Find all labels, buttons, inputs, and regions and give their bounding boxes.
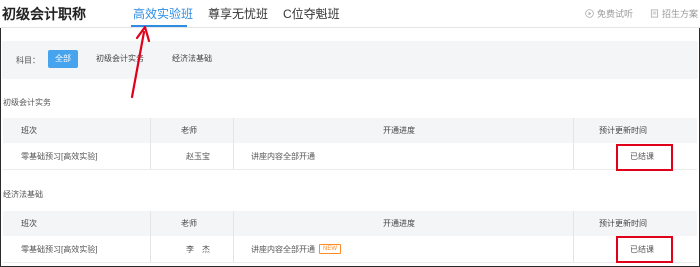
column-divider bbox=[233, 211, 234, 236]
column-divider bbox=[573, 118, 574, 143]
section-title-accounting-practice: 初级会计实务 bbox=[3, 98, 51, 107]
highlight-box-first-status bbox=[616, 144, 673, 171]
red-arrow-annotation bbox=[130, 25, 151, 99]
column-header-progress: 开通进度 bbox=[383, 219, 415, 228]
brand-title: 初级会计职称 bbox=[2, 6, 86, 22]
column-divider bbox=[573, 211, 574, 236]
column-divider bbox=[233, 236, 234, 262]
subject-filter-label: 科目： bbox=[16, 56, 40, 65]
column-header-class: 班次 bbox=[21, 219, 37, 228]
document-icon bbox=[650, 9, 659, 18]
table-header: 班次 老师 开通进度 预计更新时间 bbox=[3, 118, 697, 143]
subject-filter-bar: 科目： 全部 初级会计实务 经济法基础 bbox=[2, 41, 698, 79]
teacher-cell: 李 杰 bbox=[186, 244, 210, 254]
schedule-table-accounting-practice: 班次 老师 开通进度 预计更新时间 零基础预习[高效实验] 赵玉宝 讲座内容全部… bbox=[3, 118, 697, 170]
enrollment-plan-label: 招生方案 bbox=[662, 9, 699, 19]
progress-cell: 讲座内容全部开通 bbox=[251, 151, 315, 161]
highlight-box-second-status bbox=[616, 236, 673, 263]
column-divider bbox=[150, 143, 151, 169]
class-name-cell: 零基础预习[高效实验] bbox=[21, 244, 98, 254]
column-header-teacher: 老师 bbox=[181, 126, 197, 135]
table-row: 零基础预习[高效实验] 赵玉宝 讲座内容全部开通 已结课 bbox=[3, 143, 697, 170]
schedule-table-economic-law: 班次 老师 开通进度 预计更新时间 零基础预习[高效实验] 李 杰 讲座内容全部… bbox=[3, 211, 697, 263]
column-divider bbox=[150, 211, 151, 236]
column-header-update-time: 预计更新时间 bbox=[599, 126, 647, 135]
filter-chip-economic-law[interactable]: 经济法基础 bbox=[165, 50, 219, 68]
column-header-progress: 开通进度 bbox=[383, 126, 415, 135]
play-circle-icon bbox=[585, 9, 594, 18]
column-header-teacher: 老师 bbox=[181, 219, 197, 228]
class-name-cell: 零基础预习[高效实验] bbox=[21, 151, 98, 161]
column-divider bbox=[233, 118, 234, 143]
new-badge: NEW bbox=[319, 244, 341, 254]
column-divider bbox=[233, 143, 234, 169]
tab-c-position-champion[interactable]: C位夺魁班 bbox=[283, 5, 340, 22]
progress-text: 讲座内容全部开通 bbox=[251, 244, 315, 254]
column-header-update-time: 预计更新时间 bbox=[599, 219, 647, 228]
enrollment-plan-link[interactable]: 招生方案 bbox=[650, 7, 698, 20]
teacher-cell: 赵玉宝 bbox=[186, 151, 210, 161]
table-header: 班次 老师 开通进度 预计更新时间 bbox=[3, 211, 697, 236]
column-divider bbox=[150, 236, 151, 262]
tab-premium-worry-free[interactable]: 尊享无忧班 bbox=[208, 5, 268, 22]
free-trial-link[interactable]: 免费试听 bbox=[585, 7, 633, 20]
tab-efficient-experiment[interactable]: 高效实验班 bbox=[133, 5, 193, 22]
progress-cell: 讲座内容全部开通 NEW bbox=[251, 236, 341, 262]
filter-chip-all[interactable]: 全部 bbox=[48, 50, 78, 68]
table-row: 零基础预习[高效实验] 李 杰 讲座内容全部开通 NEW 已结课 bbox=[3, 236, 697, 263]
column-divider bbox=[150, 118, 151, 143]
column-header-class: 班次 bbox=[21, 126, 37, 135]
top-navigation: 初级会计职称 高效实验班 尊享无忧班 C位夺魁班 免费试听 招生方案 bbox=[0, 0, 700, 28]
section-title-economic-law: 经济法基础 bbox=[3, 190, 43, 199]
column-divider bbox=[573, 236, 574, 262]
column-divider bbox=[573, 143, 574, 169]
free-trial-label: 免费试听 bbox=[597, 9, 634, 19]
